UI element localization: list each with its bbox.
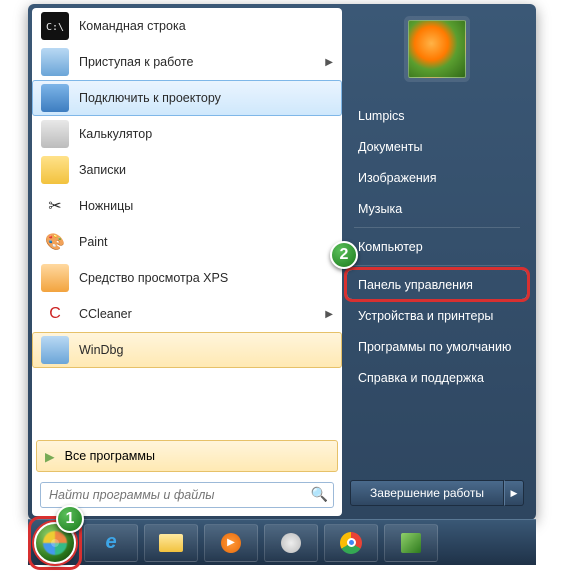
projector-icon — [41, 84, 69, 112]
shutdown-options-button[interactable]: ▶ — [504, 480, 524, 506]
separator — [354, 227, 520, 228]
right-pane-item[interactable]: Справка и поддержка — [346, 362, 528, 393]
annotation-marker-1: 1 — [56, 505, 84, 533]
right-pane-item[interactable]: Программы по умолчанию — [346, 331, 528, 362]
all-programs-button[interactable]: ▶ Все программы — [36, 440, 338, 472]
cube-icon — [401, 533, 421, 553]
chevron-right-icon: ▶ — [325, 309, 333, 320]
taskbar-chrome-button[interactable] — [324, 524, 378, 562]
search-icon: 🔍 — [311, 486, 328, 503]
calculator-icon — [41, 120, 69, 148]
program-item[interactable]: Средство просмотра XPS — [32, 260, 342, 296]
all-programs-label: Все программы — [65, 449, 155, 463]
shutdown-label: Завершение работы — [370, 486, 484, 500]
shutdown-button[interactable]: Завершение работы — [350, 480, 504, 506]
program-label: Калькулятор — [79, 127, 152, 141]
program-label: Записки — [79, 163, 126, 177]
program-list: C:\ Командная строка Приступая к работе ▶ По… — [32, 8, 342, 436]
wmp-icon: ▶ — [221, 533, 241, 553]
right-pane-item[interactable]: Lumpics — [346, 100, 528, 131]
folder-icon — [159, 534, 183, 552]
right-pane-item[interactable]: Панель управления — [346, 269, 528, 300]
chrome-icon — [340, 532, 362, 554]
right-pane-item[interactable]: Устройства и принтеры — [346, 300, 528, 331]
cmd-icon: C:\ — [41, 12, 69, 40]
taskbar-cube-button[interactable] — [384, 524, 438, 562]
program-label: Ножницы — [79, 199, 133, 213]
shutdown-row: Завершение работы ▶ — [346, 476, 528, 510]
start-menu-right-pane: LumpicsДокументыИзображенияМузыка Компьют… — [342, 8, 532, 516]
program-item[interactable]: 🎨 Paint — [32, 224, 342, 260]
circle-icon — [281, 533, 301, 553]
program-label: Приступая к работе — [79, 55, 193, 69]
program-item[interactable]: Записки — [32, 152, 342, 188]
program-label: Средство просмотра XPS — [79, 271, 228, 285]
program-label: Командная строка — [79, 19, 186, 33]
right-pane-item[interactable]: Документы — [346, 131, 528, 162]
program-label: Подключить к проектору — [79, 91, 221, 105]
program-item[interactable]: C:\ Командная строка — [32, 8, 342, 44]
snipping-icon: ✂ — [41, 192, 69, 220]
program-item[interactable]: ✂ Ножницы — [32, 188, 342, 224]
annotation-marker-2: 2 — [330, 241, 358, 269]
taskbar-wmp-button[interactable]: ▶ — [204, 524, 258, 562]
paint-icon: 🎨 — [41, 228, 69, 256]
user-avatar[interactable] — [408, 20, 466, 78]
right-pane-item[interactable]: Компьютер — [346, 231, 528, 262]
right-pane-item[interactable]: Изображения — [346, 162, 528, 193]
start-menu: C:\ Командная строка Приступая к работе ▶ По… — [28, 4, 536, 520]
taskbar: e ▶ — [28, 519, 536, 565]
program-item[interactable]: WinDbg — [32, 332, 342, 368]
sticky-notes-icon — [41, 156, 69, 184]
ccleaner-icon: C — [41, 300, 69, 328]
xps-icon — [41, 264, 69, 292]
taskbar-explorer-button[interactable] — [144, 524, 198, 562]
program-item[interactable]: Приступая к работе ▶ — [32, 44, 342, 80]
program-label: WinDbg — [79, 343, 123, 357]
taskbar-ie-button[interactable]: e — [84, 524, 138, 562]
program-label: Paint — [79, 235, 108, 249]
right-pane-item[interactable]: Музыка — [346, 193, 528, 224]
start-menu-left-pane: C:\ Командная строка Приступая к работе ▶ По… — [32, 8, 342, 516]
getting-started-icon — [41, 48, 69, 76]
search-input[interactable] — [40, 482, 334, 508]
program-item[interactable]: C CCleaner ▶ — [32, 296, 342, 332]
program-label: CCleaner — [79, 307, 132, 321]
taskbar-blank-button[interactable] — [264, 524, 318, 562]
windbg-icon — [41, 336, 69, 364]
separator — [354, 265, 520, 266]
program-item[interactable]: Подключить к проектору — [32, 80, 342, 116]
ie-icon: e — [105, 531, 116, 554]
program-item[interactable]: Калькулятор — [32, 116, 342, 152]
chevron-right-icon: ▶ — [325, 57, 333, 68]
arrow-right-icon: ▶ — [45, 449, 55, 464]
